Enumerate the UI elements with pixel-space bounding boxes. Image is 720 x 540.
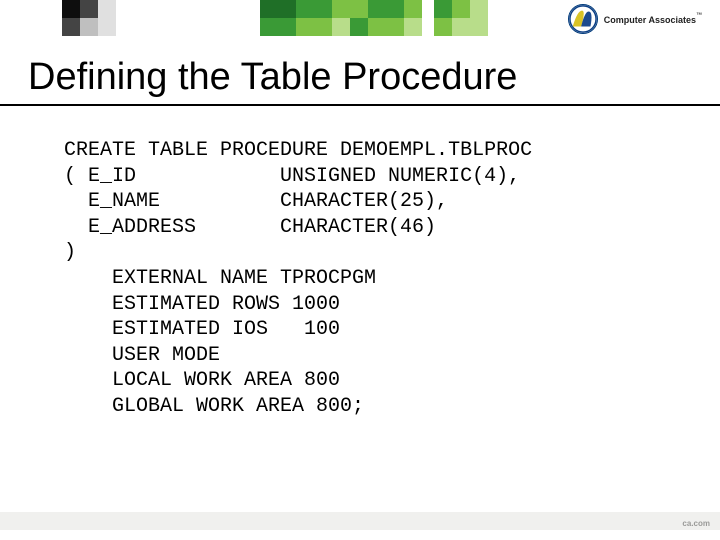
- deco-square: [278, 0, 296, 18]
- brand-name: Computer Associates™: [604, 10, 702, 28]
- ca-logo-icon: [568, 4, 598, 34]
- deco-square: [452, 18, 470, 36]
- deco-square: [314, 0, 332, 18]
- slide: Computer Associates™ Defining the Table …: [0, 0, 720, 540]
- deco-square: [368, 0, 386, 18]
- deco-square: [332, 18, 350, 36]
- deco-square: [260, 18, 278, 36]
- deco-square: [260, 0, 278, 18]
- deco-square: [452, 0, 470, 18]
- deco-square: [404, 0, 422, 18]
- deco-square: [80, 18, 98, 36]
- deco-square: [350, 0, 368, 18]
- deco-square: [332, 0, 350, 18]
- deco-square: [314, 18, 332, 36]
- deco-square: [62, 0, 80, 18]
- deco-square: [434, 18, 452, 36]
- page-title: Defining the Table Procedure: [28, 56, 517, 99]
- deco-square: [368, 18, 386, 36]
- deco-square: [386, 18, 404, 36]
- deco-square: [404, 18, 422, 36]
- deco-square: [386, 0, 404, 18]
- title-underline: [0, 104, 720, 106]
- trademark: ™: [696, 13, 702, 19]
- deco-square: [80, 0, 98, 18]
- deco-square: [350, 18, 368, 36]
- deco-square: [296, 18, 314, 36]
- deco-square: [278, 18, 296, 36]
- deco-square: [296, 0, 314, 18]
- deco-square: [62, 18, 80, 36]
- footer-band: [0, 512, 720, 530]
- deco-square: [98, 0, 116, 18]
- brand-name-text: Computer Associates: [604, 15, 696, 25]
- deco-square: [434, 0, 452, 18]
- code-block: CREATE TABLE PROCEDURE DEMOEMPL.TBLPROC …: [64, 138, 660, 420]
- brand-logo: Computer Associates™: [568, 4, 702, 34]
- deco-square: [470, 0, 488, 18]
- deco-square: [98, 18, 116, 36]
- footer-link-text: ca.com: [682, 519, 710, 528]
- deco-square: [470, 18, 488, 36]
